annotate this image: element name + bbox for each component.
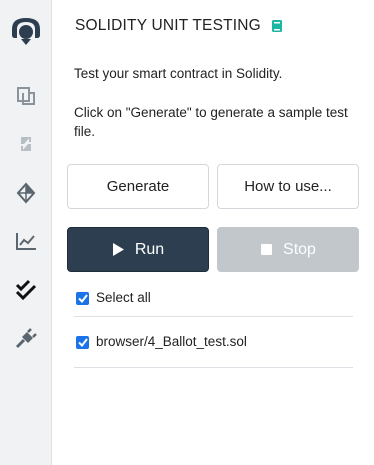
generate-hint-text: Click on "Generate" to generate a sample… <box>74 105 348 139</box>
icon-sidebar <box>0 0 52 465</box>
run-button[interactable]: Run <box>67 227 209 272</box>
book-icon[interactable] <box>271 19 283 33</box>
deploy-run-icon[interactable] <box>0 176 51 210</box>
stop-button[interactable]: Stop <box>217 227 359 272</box>
unit-testing-checkmarks-icon[interactable] <box>0 273 51 307</box>
stop-button-label: Stop <box>283 240 316 258</box>
test-file-label[interactable]: browser/4_Ballot_test.sol <box>96 334 247 349</box>
analysis-chart-icon[interactable] <box>0 224 51 258</box>
select-all-checkbox[interactable] <box>76 292 89 305</box>
play-icon <box>112 242 125 257</box>
select-all-label[interactable]: Select all <box>96 290 151 305</box>
generate-button[interactable]: Generate <box>67 164 209 209</box>
test-file-checkbox[interactable] <box>76 336 89 349</box>
panel-title-text: SOLIDITY UNIT TESTING <box>75 17 261 34</box>
compiler-icon[interactable] <box>0 127 51 161</box>
unit-testing-panel: SOLIDITY UNIT TESTING Test your smart co… <box>52 0 374 465</box>
intro-text: Test your smart contract in Solidity. <box>74 66 283 81</box>
plugin-manager-icon[interactable] <box>0 322 51 356</box>
how-to-use-button-label: How to use... <box>244 178 332 195</box>
generate-button-label: Generate <box>106 178 170 195</box>
file-explorer-icon[interactable] <box>0 79 51 113</box>
stop-icon <box>260 243 273 256</box>
remix-logo-icon[interactable] <box>0 14 51 48</box>
how-to-use-button[interactable]: How to use... <box>217 164 359 209</box>
panel-title: SOLIDITY UNIT TESTING <box>75 17 283 35</box>
divider <box>74 367 353 368</box>
run-button-label: Run <box>134 240 165 258</box>
divider <box>74 316 353 317</box>
